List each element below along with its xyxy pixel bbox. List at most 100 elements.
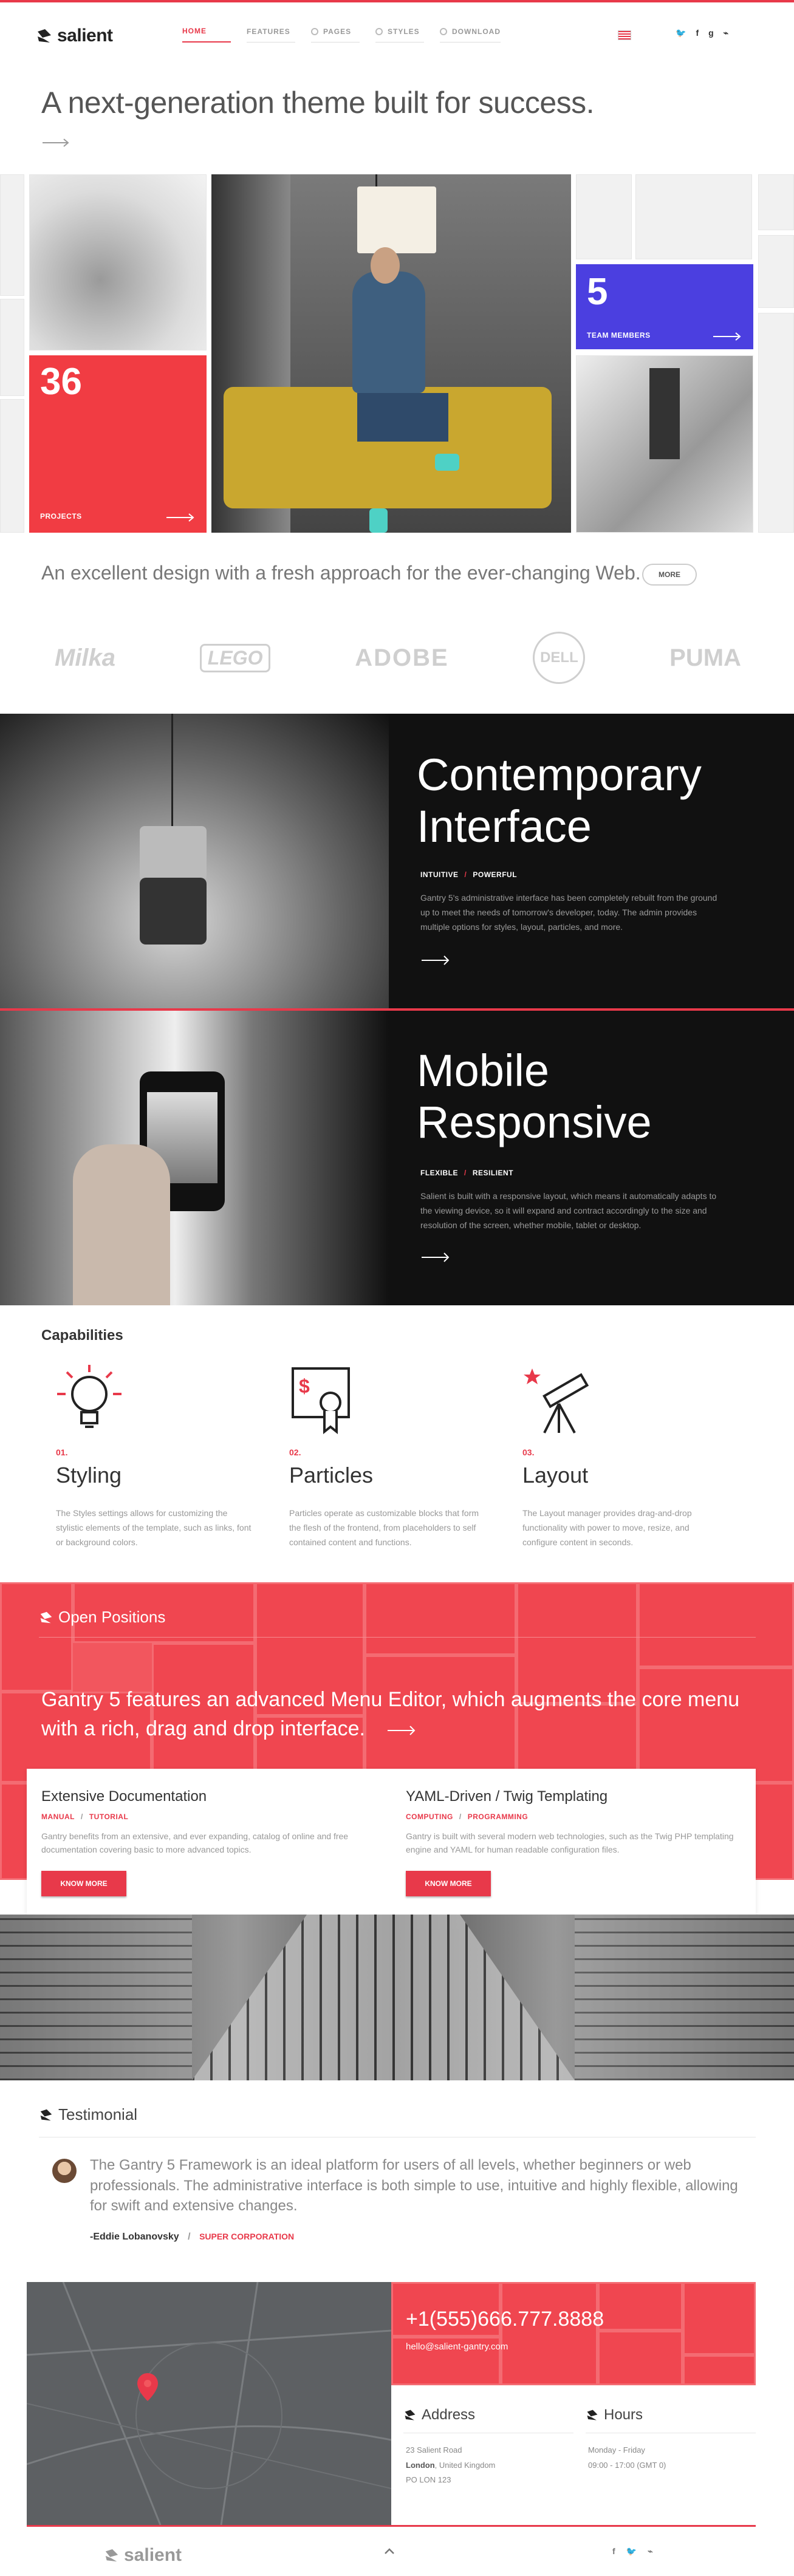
hours-title: Hours	[586, 2407, 643, 2424]
divider	[39, 1637, 756, 1638]
tag: INTUITIVE	[420, 870, 459, 879]
image-grid: 36 PROJECTS 5 TEAM MEMBERS	[0, 174, 794, 533]
puma-logo: PUMA	[669, 644, 741, 671]
arrow-right-icon[interactable]	[43, 138, 69, 147]
open-positions-label: Open Positions	[58, 1608, 166, 1626]
dell-logo: DELL	[533, 632, 586, 684]
projects-count: 36	[40, 361, 82, 403]
sneakers	[140, 878, 207, 945]
testimonial-title: Testimonial	[39, 2105, 137, 2124]
chevron-up-icon[interactable]	[384, 2547, 395, 2555]
feature-body: Gantry 5's administrative interface has …	[420, 893, 717, 932]
telescope-icon	[524, 1368, 589, 1433]
card-title: Extensive Documentation	[41, 1788, 207, 1805]
grid-filler	[0, 174, 24, 296]
team-label: TEAM MEMBERS	[587, 331, 651, 340]
arrow-right-icon[interactable]	[388, 1725, 416, 1735]
feature-tags: INTUITIVE / POWERFUL	[420, 870, 517, 879]
hours-time: 09:00 - 17:00 (GMT 0)	[588, 2460, 666, 2470]
sneaker	[369, 508, 388, 533]
author-separator: /	[188, 2232, 191, 2242]
tag: FLEXIBLE	[420, 1169, 459, 1177]
know-more-button[interactable]: KNOW MORE	[406, 1871, 491, 1896]
nav-styles[interactable]: STYLES	[375, 27, 424, 43]
certificate-icon: $	[292, 1367, 350, 1435]
grid-filler	[758, 174, 794, 230]
map[interactable]	[27, 2282, 391, 2525]
map-pin-icon[interactable]	[137, 2373, 158, 2401]
bench-photo	[576, 355, 753, 533]
tag: TUTORIAL	[89, 1812, 129, 1821]
map-roads	[27, 2282, 391, 2525]
tag: PROGRAMMING	[467, 1812, 529, 1821]
capability-title: Layout	[522, 1463, 589, 1488]
brand-logos: Milka LEGO ADOBE DELL PUMA	[55, 632, 741, 684]
google-plus-icon[interactable]: g	[708, 28, 714, 38]
arrow-right-icon[interactable]	[422, 1252, 450, 1262]
capability-title: Particles	[289, 1463, 374, 1488]
phone-number[interactable]: +1(555)666.777.8888	[406, 2308, 604, 2331]
logo-mark-icon	[40, 2109, 52, 2120]
nav-features[interactable]: FEATURES	[247, 27, 295, 43]
rss-icon[interactable]: ⌁	[648, 2546, 652, 2557]
top-accent-line	[0, 0, 794, 2]
positions-card: Extensive Documentation MANUAL / TUTORIAL …	[27, 1769, 756, 1915]
more-button[interactable]: MORE	[642, 564, 697, 586]
grid-filler	[0, 399, 24, 533]
footer-social-links: f 🐦 ⌁	[612, 2546, 653, 2557]
nav-pages[interactable]: PAGES	[311, 27, 360, 43]
know-more-button[interactable]: KNOW MORE	[41, 1871, 126, 1896]
rss-icon[interactable]: ⌁	[724, 28, 728, 38]
adobe-logo: ADOBE	[355, 644, 449, 671]
grid-filler	[0, 299, 24, 396]
address-line: London, United Kingdom	[406, 2458, 495, 2473]
projects-label: PROJECTS	[40, 512, 82, 521]
sneaker	[435, 454, 459, 471]
capability-title: Styling	[56, 1463, 122, 1488]
feature-title: Mobile Responsive	[417, 1045, 652, 1148]
card-tags: MANUAL / TUTORIAL	[41, 1812, 128, 1821]
nav-home[interactable]: HOME	[182, 27, 231, 43]
tag-separator: /	[464, 870, 467, 879]
facebook-icon[interactable]: f	[696, 28, 699, 38]
capability-number: 03.	[522, 1447, 535, 1457]
elephant-photo	[29, 174, 207, 350]
phone-photo	[0, 1011, 389, 1305]
footer-logo-text: salient	[124, 2545, 182, 2565]
team-members-tile[interactable]: 5 TEAM MEMBERS	[576, 264, 753, 349]
email-link[interactable]: hello@salient-gantry.com	[406, 2342, 508, 2352]
feature-title-line2: Interface	[417, 801, 592, 852]
card-body: Gantry is built with several modern web …	[406, 1831, 734, 1855]
testimonial-quote: The Gantry 5 Framework is an ideal platf…	[90, 2157, 738, 2215]
man-on-sofa-photo	[211, 174, 571, 533]
feature-mobile-responsive: Mobile Responsive FLEXIBLE / RESILIENT Sal…	[0, 1011, 794, 1305]
logo-mark-icon	[405, 2410, 416, 2421]
capability-number: 01.	[56, 1447, 68, 1457]
feature-body: Salient is built with a responsive layou…	[420, 1191, 717, 1230]
logo[interactable]: salient	[36, 26, 113, 46]
hand	[73, 1144, 170, 1305]
language-flag-icon[interactable]	[618, 30, 631, 40]
grid-filler	[576, 174, 632, 259]
twitter-icon[interactable]: 🐦	[676, 28, 686, 38]
nav-download[interactable]: DOWNLOAD	[440, 27, 501, 43]
address-title: Address	[403, 2407, 475, 2424]
footer-logo[interactable]: salient	[104, 2545, 182, 2566]
milka-logo: Milka	[55, 644, 116, 671]
logo-mark-icon	[105, 2549, 118, 2562]
projects-tile[interactable]: 36 PROJECTS	[29, 355, 207, 533]
card-tags: COMPUTING / PROGRAMMING	[406, 1812, 528, 1821]
capabilities-title: Capabilities	[41, 1327, 123, 1344]
capability-body: The Layout manager provides drag-and-dro…	[522, 1508, 692, 1547]
feature-title-line1: Contemporary	[417, 750, 702, 800]
hanging-cable	[171, 714, 173, 826]
tag: COMPUTING	[406, 1812, 453, 1821]
twitter-icon[interactable]: 🐦	[626, 2546, 637, 2557]
lamp	[357, 186, 436, 253]
contact-info: +1(555)666.777.8888 hello@salient-gantry…	[391, 2282, 756, 2385]
feature-title-line2: Responsive	[417, 1097, 652, 1148]
social-links: 🐦 f g ⌁	[676, 28, 728, 38]
facebook-icon[interactable]: f	[612, 2546, 615, 2557]
arrow-right-icon[interactable]	[422, 955, 450, 965]
tag: MANUAL	[41, 1812, 75, 1821]
